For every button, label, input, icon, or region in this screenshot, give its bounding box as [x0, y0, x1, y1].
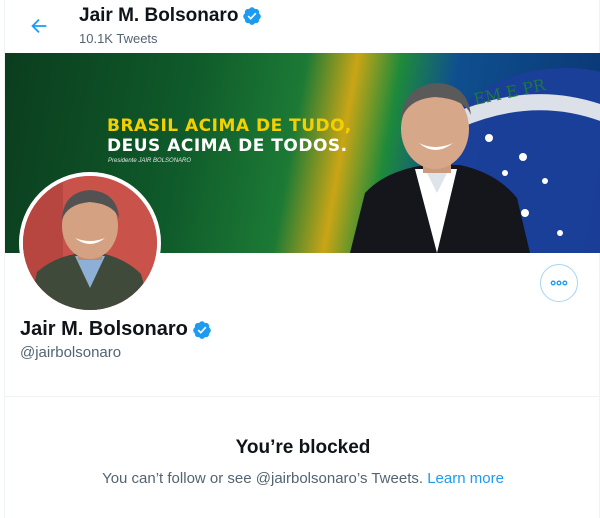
back-button[interactable] [21, 8, 57, 44]
verified-badge-icon [243, 7, 262, 25]
blocked-message-text: You can’t follow or see @jairbolsonaro’s… [102, 470, 424, 487]
profile-handle: @jairbolsonaro [20, 344, 122, 361]
banner-slogan-line1: BRASIL ACIMA DE TUDO, [107, 116, 352, 136]
more-options-button[interactable] [540, 264, 578, 302]
tweet-count: 10.1K Tweets [79, 31, 158, 46]
profile-page: Jair M. Bolsonaro 10.1K Tweets EM E PR B… [4, 0, 600, 518]
section-divider [5, 396, 599, 397]
avatar-photo [23, 176, 157, 310]
profile-name-text: Jair M. Bolsonaro [20, 318, 188, 340]
verified-badge-icon [193, 320, 211, 339]
header-title: Jair M. Bolsonaro [79, 5, 262, 27]
banner-slogan-line2: DEUS ACIMA DE TODOS. [107, 136, 348, 156]
more-dots-icon [550, 280, 568, 286]
profile-header: Jair M. Bolsonaro 10.1K Tweets [5, 0, 599, 53]
banner-credit: Presidente JAIR BOLSONARO [108, 158, 192, 164]
profile-name: Jair M. Bolsonaro [20, 318, 212, 341]
blocked-message: You can’t follow or see @jairbolsonaro’s… [5, 470, 600, 487]
header-name-text: Jair M. Bolsonaro [79, 5, 239, 26]
learn-more-link[interactable]: Learn more [427, 470, 504, 487]
back-arrow-icon [31, 18, 47, 34]
blocked-title: You’re blocked [235, 437, 371, 458]
avatar[interactable] [19, 172, 161, 314]
